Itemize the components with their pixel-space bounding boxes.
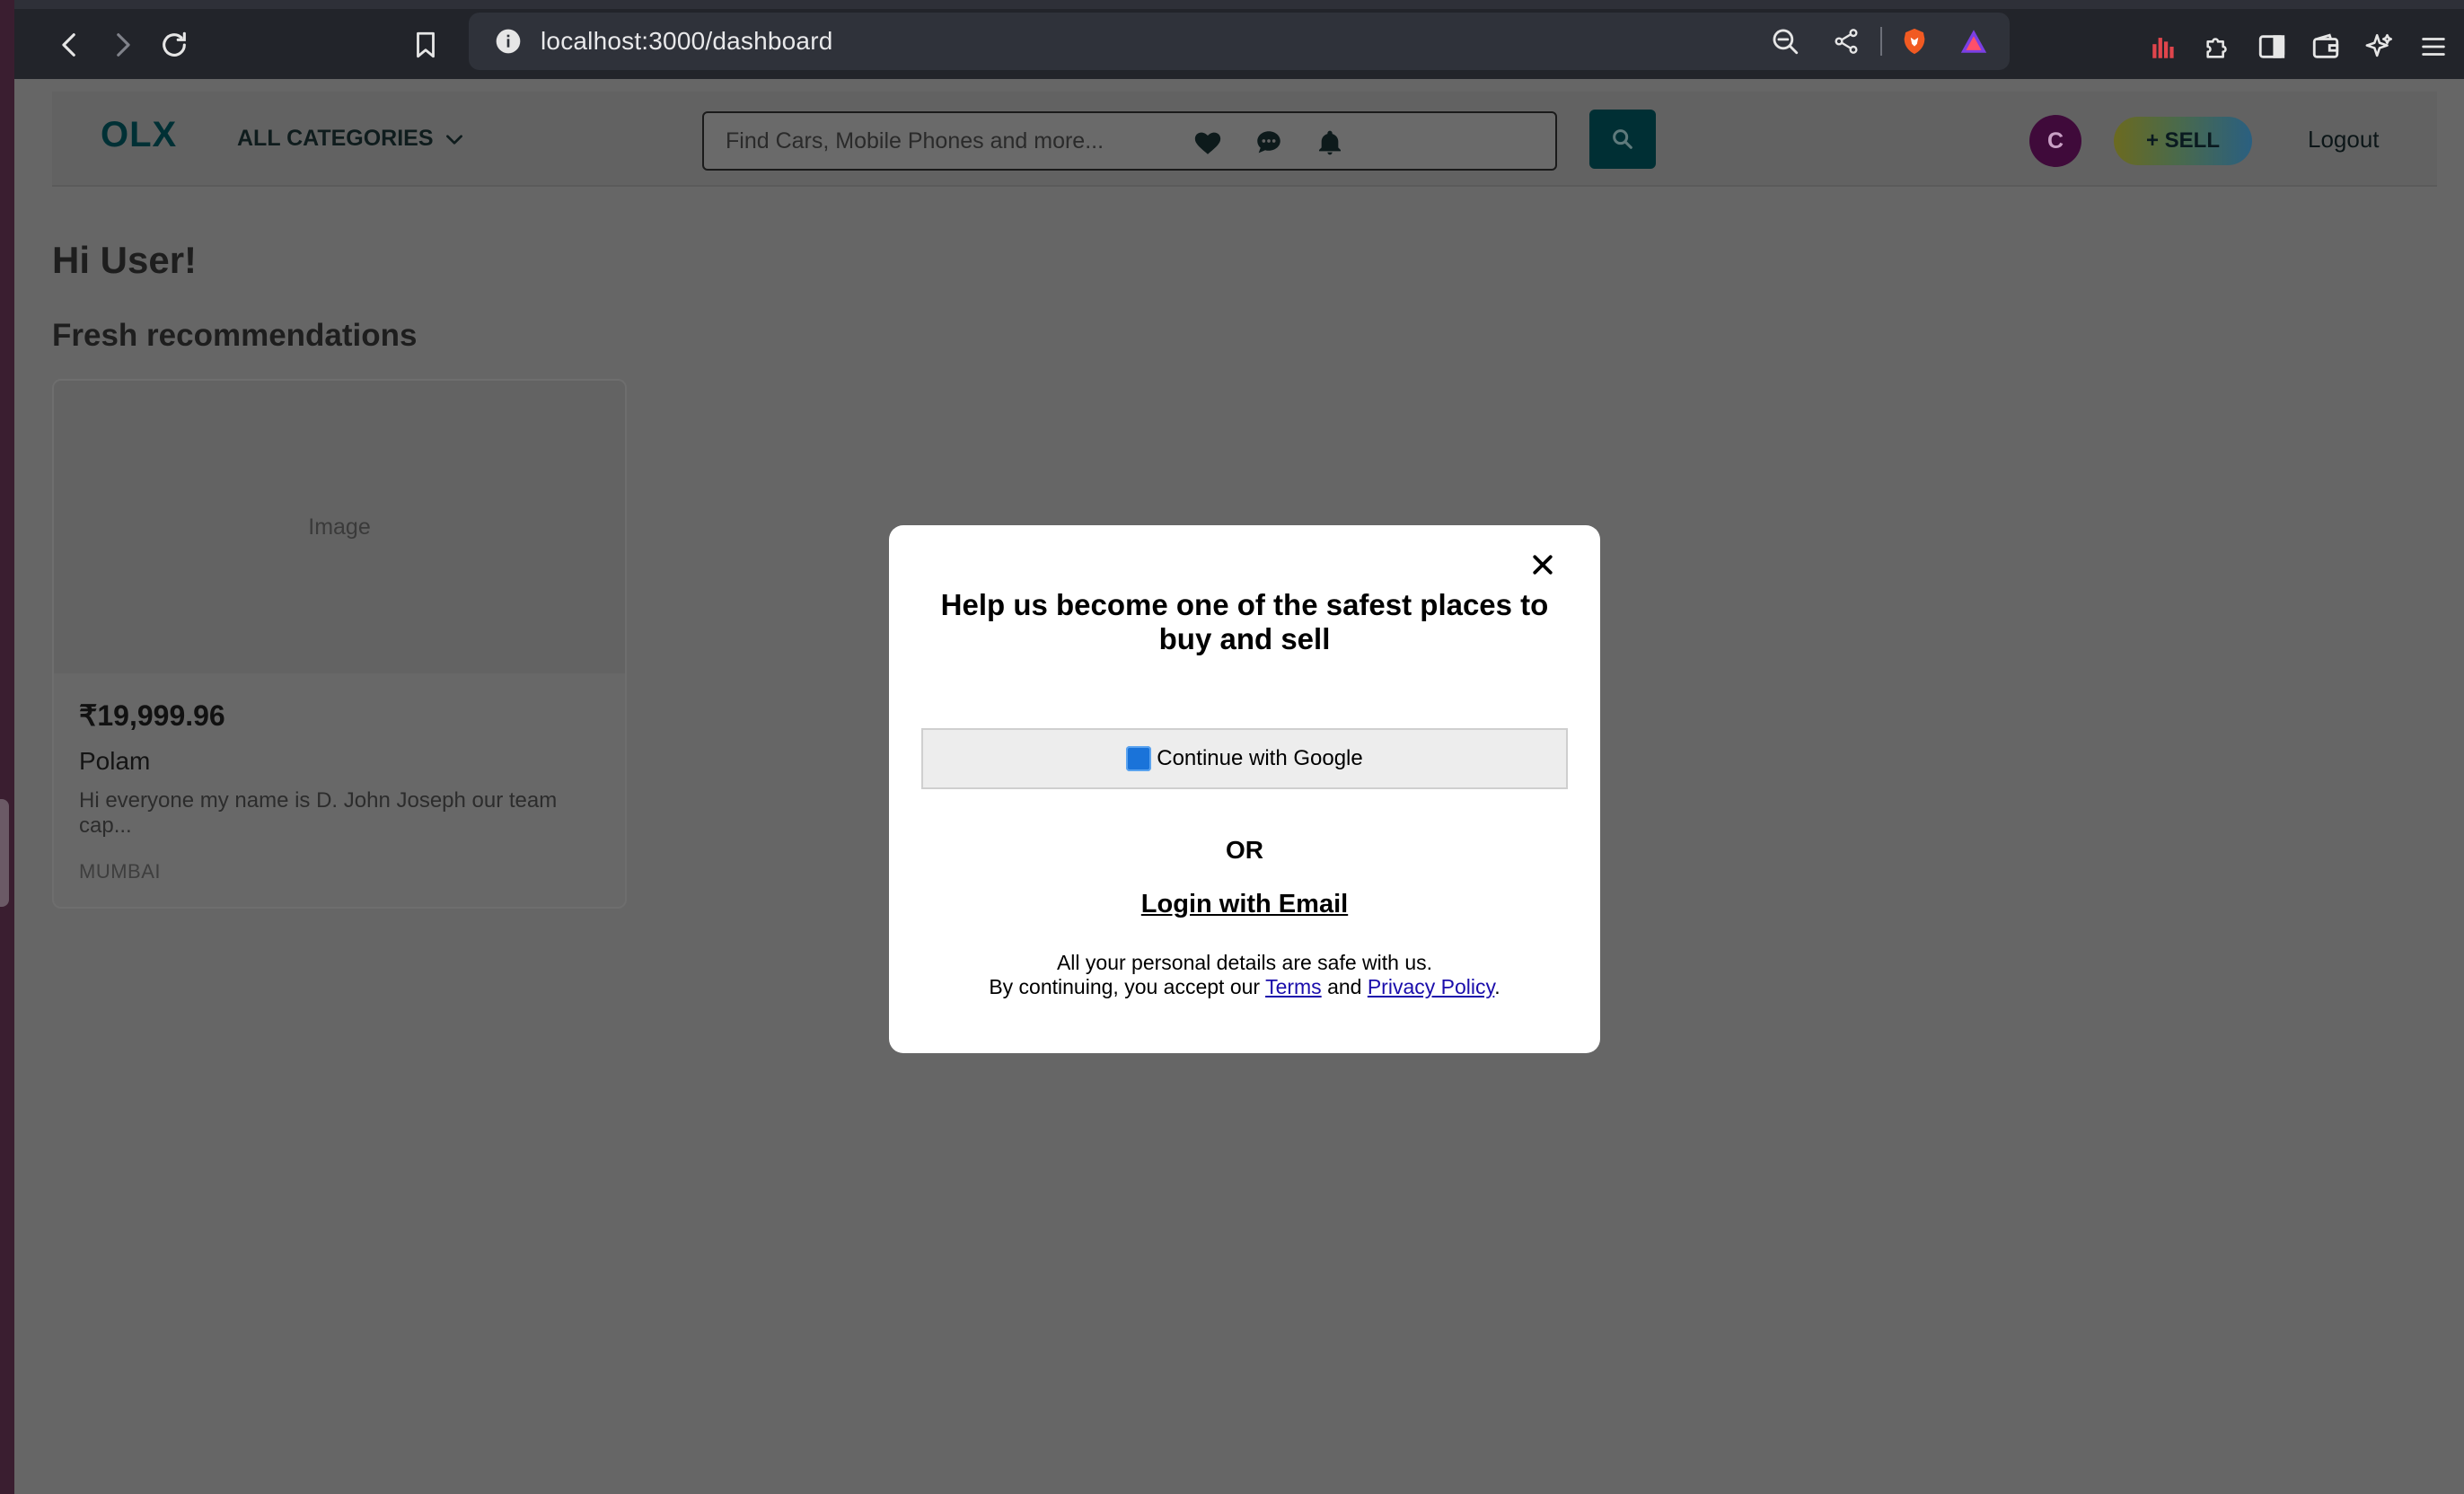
desktop-dock-handle[interactable]	[0, 799, 9, 907]
brave-rewards-icon[interactable]	[1958, 25, 1990, 57]
greeting-heading: Hi User!	[52, 239, 198, 281]
search-placeholder: Find Cars, Mobile Phones and more...	[726, 127, 1104, 154]
bookmark-icon[interactable]	[404, 23, 447, 66]
logout-button[interactable]: Logout	[2308, 126, 2380, 154]
share-icon[interactable]	[1830, 25, 1862, 57]
reload-icon[interactable]	[153, 23, 196, 66]
login-modal: Help us become one of the safest places …	[889, 525, 1600, 1053]
menu-icon[interactable]	[2416, 29, 2451, 65]
page-overlay[interactable]: OLX ALL CATEGORIES Find Cars, Mobile Pho…	[14, 79, 2464, 1494]
legal-line-2: By continuing, you accept our Terms and …	[889, 975, 1600, 999]
listing-card[interactable]: Image ₹19,999.96 Polam Hi everyone my na…	[52, 379, 627, 909]
listing-location: MUMBAI	[79, 860, 161, 883]
google-button-label: Continue with Google	[1157, 746, 1363, 770]
chat-icon[interactable]	[1252, 126, 1286, 160]
site-header: OLX ALL CATEGORIES Find Cars, Mobile Pho…	[52, 92, 2437, 187]
continue-with-google-button[interactable]: Continue with Google	[921, 728, 1568, 789]
legal-prefix: By continuing, you accept our	[989, 975, 1261, 998]
heart-icon[interactable]	[1191, 126, 1225, 160]
legal-notice: All your personal details are safe with …	[889, 951, 1600, 999]
toolbar-separator	[1880, 27, 1882, 56]
brave-shields-icon[interactable]	[1898, 25, 1931, 57]
sell-button[interactable]: + SELL	[2114, 117, 2252, 165]
google-icon	[1126, 746, 1152, 771]
olx-logo[interactable]: OLX	[101, 115, 177, 155]
forward-icon[interactable]	[101, 23, 144, 66]
desktop-edge	[0, 0, 14, 1494]
section-title: Fresh recommendations	[52, 318, 418, 353]
or-divider: OR	[1226, 836, 1263, 864]
privacy-policy-link[interactable]: Privacy Policy	[1368, 975, 1494, 998]
zoom-out-icon[interactable]	[1769, 25, 1801, 57]
url-text[interactable]: localhost:3000/dashboard	[541, 27, 833, 56]
bell-icon[interactable]	[1313, 126, 1347, 160]
modal-title: Help us become one of the safest places …	[940, 588, 1549, 655]
search-input[interactable]: Find Cars, Mobile Phones and more...	[702, 111, 1557, 171]
back-icon[interactable]	[48, 23, 92, 66]
bar-chart-extension-icon[interactable]	[2146, 29, 2182, 65]
close-icon[interactable]	[1527, 549, 1559, 581]
all-categories-dropdown[interactable]: ALL CATEGORIES	[237, 126, 466, 152]
legal-suffix: .	[1494, 975, 1500, 998]
wallet-icon[interactable]	[2308, 29, 2344, 65]
search-button[interactable]	[1589, 110, 1656, 169]
extensions-icon[interactable]	[2200, 29, 2236, 65]
listing-title: Polam	[79, 747, 151, 775]
login-with-email-link[interactable]: Login with Email	[889, 890, 1600, 919]
listing-description: Hi everyone my name is D. John Joseph ou…	[79, 788, 558, 838]
terms-link[interactable]: Terms	[1265, 975, 1322, 998]
legal-and: and	[1327, 975, 1362, 998]
listing-image: Image	[54, 381, 625, 673]
leo-ai-icon[interactable]	[2362, 29, 2398, 65]
site-info-icon[interactable]	[494, 27, 523, 56]
search-icon	[1613, 129, 1632, 149]
browser-toolbar: localhost:3000/dashboard	[14, 0, 2464, 79]
chevron-down-icon	[445, 134, 462, 145]
legal-line-1: All your personal details are safe with …	[1056, 951, 1433, 974]
address-bar[interactable]: localhost:3000/dashboard	[469, 13, 2010, 70]
user-avatar[interactable]: C	[2029, 115, 2081, 167]
listing-image-placeholder: Image	[308, 514, 371, 540]
sidebar-toggle-icon[interactable]	[2254, 29, 2290, 65]
listing-price: ₹19,999.96	[79, 699, 225, 732]
all-categories-label: ALL CATEGORIES	[237, 126, 434, 151]
